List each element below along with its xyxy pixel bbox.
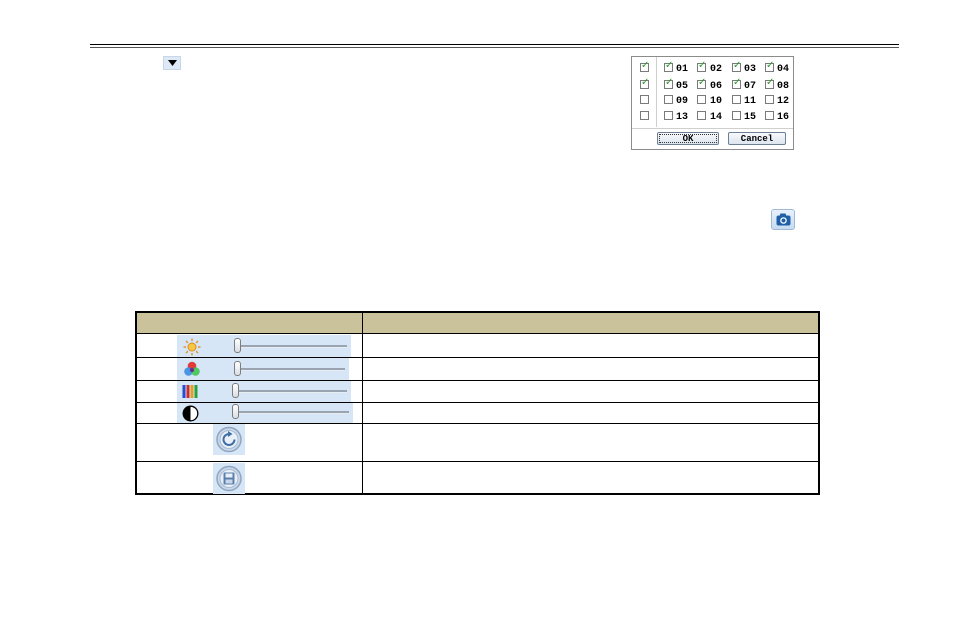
check-icon: ✓ [641, 60, 650, 71]
contrast-icon [182, 405, 199, 422]
hue-slider-thumb[interactable] [232, 383, 239, 398]
hue-slider-track[interactable] [233, 390, 347, 393]
channel-label: 13 [676, 112, 689, 123]
divider [632, 128, 793, 129]
channel-checkbox[interactable]: ✓ [732, 60, 742, 72]
chevron-down-icon [168, 60, 177, 66]
save-button[interactable] [213, 463, 245, 494]
channel-checkbox[interactable]: ✓ [765, 77, 775, 89]
header-rule [90, 44, 899, 45]
channel-label: 08 [777, 81, 790, 92]
hue-icon [182, 385, 198, 398]
check-icon: ✓ [698, 77, 707, 88]
channel-label: 16 [777, 112, 790, 123]
channel-label: 04 [777, 64, 790, 75]
refresh-button[interactable] [213, 424, 245, 455]
check-icon: ✓ [733, 60, 742, 71]
contrast-slider-thumb[interactable] [232, 404, 239, 419]
brightness-slider-track[interactable] [235, 345, 347, 348]
image-settings-table [135, 311, 820, 495]
channel-label: 09 [676, 96, 689, 107]
channel-checkbox[interactable] [732, 95, 741, 104]
channel-checkbox[interactable] [765, 95, 774, 104]
channel-checkbox[interactable] [664, 95, 673, 104]
channel-checkbox[interactable] [697, 95, 706, 104]
divider [656, 57, 657, 127]
divider [137, 461, 818, 462]
dropdown-button[interactable] [163, 56, 181, 70]
row-select-all-checkbox[interactable]: ✓ [640, 60, 650, 72]
channel-checkbox[interactable] [697, 111, 706, 120]
channel-checkbox[interactable] [732, 111, 741, 120]
channel-checkbox[interactable]: ✓ [697, 60, 707, 72]
channel-label: 02 [710, 64, 723, 75]
check-icon: ✓ [733, 77, 742, 88]
channel-checkbox[interactable]: ✓ [664, 77, 674, 89]
channel-label: 06 [710, 81, 723, 92]
header-rule-thin [90, 47, 899, 48]
brightness-icon [183, 338, 201, 356]
channel-label: 10 [710, 96, 723, 107]
table-header [137, 313, 818, 333]
row-select-all-checkbox[interactable] [640, 111, 649, 120]
channel-label: 03 [744, 64, 757, 75]
channel-label: 11 [744, 96, 757, 107]
saturation-icon [184, 361, 200, 376]
save-icon [216, 465, 242, 492]
channel-checkbox[interactable] [664, 111, 673, 120]
check-icon: ✓ [641, 77, 650, 88]
cancel-button[interactable]: Cancel [728, 132, 786, 145]
check-icon: ✓ [766, 60, 775, 71]
channel-label: 15 [744, 112, 757, 123]
channel-label: 14 [710, 112, 723, 123]
channel-checkbox[interactable]: ✓ [765, 60, 775, 72]
channel-label: 05 [676, 81, 689, 92]
channel-label: 12 [777, 96, 790, 107]
check-icon: ✓ [698, 60, 707, 71]
channel-label: 07 [744, 81, 757, 92]
ok-button[interactable]: OK [657, 132, 719, 145]
saturation-slider-thumb[interactable] [234, 361, 241, 376]
check-icon: ✓ [766, 77, 775, 88]
check-icon: ✓ [665, 77, 674, 88]
saturation-slider-track[interactable] [235, 368, 345, 371]
channel-checkbox[interactable]: ✓ [697, 77, 707, 89]
channel-checkbox[interactable] [765, 111, 774, 120]
divider [362, 313, 363, 493]
channel-selector-panel: ✓ ✓ ✓ 01 ✓ 02 ✓ 03 ✓ 04 ✓ 05 ✓ 06 ✓ 07 ✓… [631, 56, 794, 150]
refresh-icon [216, 426, 242, 453]
row-select-all-checkbox[interactable]: ✓ [640, 77, 650, 89]
channel-label: 01 [676, 64, 689, 75]
brightness-slider-thumb[interactable] [234, 338, 241, 353]
snapshot-button[interactable] [771, 209, 795, 230]
channel-checkbox[interactable]: ✓ [664, 60, 674, 72]
channel-checkbox[interactable]: ✓ [732, 77, 742, 89]
contrast-slider-track[interactable] [233, 411, 349, 414]
divider [137, 333, 818, 334]
check-icon: ✓ [665, 60, 674, 71]
row-select-all-checkbox[interactable] [640, 95, 649, 104]
camera-icon [776, 213, 791, 226]
